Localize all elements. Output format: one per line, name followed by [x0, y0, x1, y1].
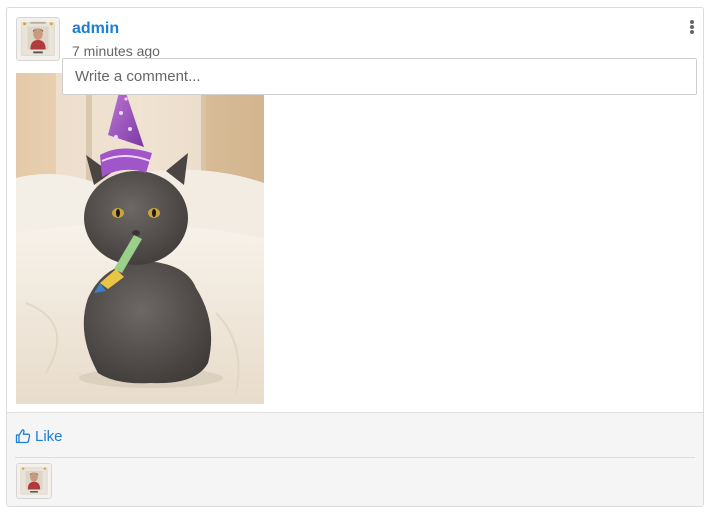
- footer-divider: [15, 457, 695, 458]
- avatar-image: [17, 464, 51, 498]
- like-button[interactable]: Like: [15, 426, 63, 446]
- menu-dot: [690, 25, 694, 29]
- comment-input[interactable]: [62, 58, 697, 95]
- thumbs-up-icon: [15, 429, 31, 444]
- avatar-image: [17, 18, 59, 60]
- post-timestamp: 7 minutes ago: [72, 43, 160, 59]
- cat-party-hat-image: [16, 73, 264, 404]
- post-menu-button[interactable]: [687, 20, 697, 38]
- menu-dot: [690, 30, 694, 34]
- post-image[interactable]: [16, 73, 264, 404]
- post-card: admin 7 minutes ago Like Write a comment…: [6, 7, 704, 507]
- author-avatar[interactable]: [16, 17, 60, 61]
- menu-dot: [690, 20, 694, 24]
- like-label: Like: [35, 427, 63, 445]
- commenter-avatar: [16, 463, 52, 499]
- post-footer: Like: [7, 412, 703, 506]
- author-name[interactable]: admin: [72, 20, 119, 38]
